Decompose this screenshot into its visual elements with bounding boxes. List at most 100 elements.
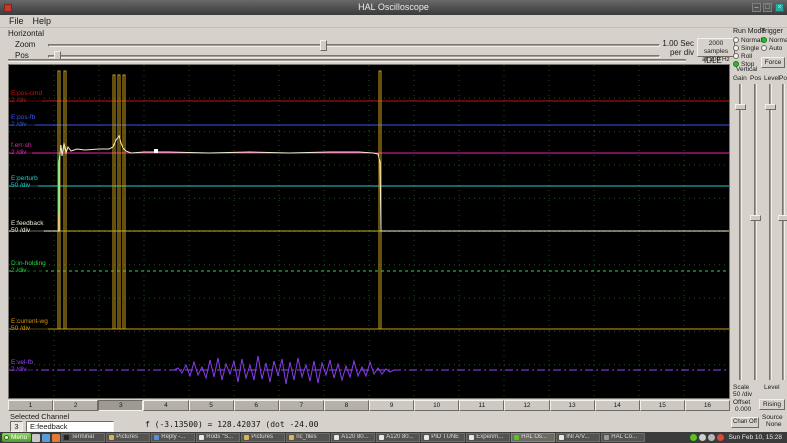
document-icon	[379, 435, 385, 440]
gear-icon	[604, 435, 610, 440]
task-button[interactable]: A120 80...	[331, 433, 376, 442]
trigger-pos-slider[interactable]	[782, 84, 785, 380]
trigger-pos-slider-handle[interactable]	[778, 214, 787, 221]
channel-tab-1[interactable]: 1	[8, 400, 54, 411]
task-label: Pictures	[251, 434, 273, 440]
task-button[interactable]: A120 80...	[376, 433, 421, 442]
channel-tab-8[interactable]: 8	[323, 400, 369, 411]
menubar: File Help	[0, 15, 787, 28]
task-label: Pictures	[116, 434, 138, 440]
run-mode-option-roll[interactable]: Roll	[733, 52, 761, 60]
channel-tab-6[interactable]: 6	[233, 400, 279, 411]
cursor-marker[interactable]	[154, 149, 158, 153]
task-button[interactable]: Experim...	[466, 433, 511, 442]
menu-file[interactable]: File	[9, 15, 24, 28]
task-label: HAL Os...	[521, 434, 548, 440]
network-icon[interactable]	[707, 434, 715, 441]
browser-icon[interactable]	[52, 433, 61, 442]
trigger-level-slider-handle[interactable]	[765, 104, 776, 111]
task-button[interactable]: Rods "S...	[196, 433, 241, 442]
channel-tab-12[interactable]: 12	[504, 400, 550, 411]
channel-tab-4[interactable]: 4	[143, 400, 189, 411]
show-desktop-icon[interactable]	[32, 433, 41, 442]
zoom-slider-handle[interactable]	[320, 40, 328, 51]
channel-tab-bar: 1 2 3 4 5 6 7 8 9 10 11 12 13 14 15 16	[8, 400, 730, 411]
scale-value: 50 /div	[733, 391, 753, 398]
pos-slider[interactable]	[48, 55, 660, 58]
force-trigger-button[interactable]: Force	[761, 57, 785, 68]
selected-channel-name[interactable]: E:feedback	[26, 421, 114, 432]
update-icon[interactable]	[689, 434, 697, 441]
volume-icon[interactable]	[698, 434, 706, 441]
task-button[interactable]: HAL Co...	[601, 433, 646, 442]
channel-tab-2[interactable]: 2	[53, 400, 99, 411]
task-label: Experim...	[476, 434, 504, 440]
tpos-slider-label: Pos	[779, 75, 787, 82]
task-button[interactable]: nc_files	[286, 433, 331, 442]
minimize-button[interactable]: –	[752, 3, 761, 12]
radio-icon	[761, 45, 767, 51]
mail-notify-icon[interactable]	[716, 434, 724, 441]
task-button[interactable]: Pictures	[106, 433, 151, 442]
acquisition-progress	[8, 59, 686, 62]
vpos-slider-label: Pos	[750, 75, 762, 82]
channel-tab-9[interactable]: 9	[369, 400, 415, 411]
radio-label: Single	[741, 44, 760, 52]
menu-help[interactable]: Help	[33, 15, 52, 28]
channel-tab-13[interactable]: 13	[549, 400, 595, 411]
channel-tab-3[interactable]: 3	[98, 400, 144, 411]
run-mode-option-single[interactable]: Single	[733, 44, 761, 52]
document-icon	[469, 435, 475, 440]
document-icon	[199, 435, 205, 440]
channel-tab-10[interactable]: 10	[414, 400, 460, 411]
task-label: Terminal	[71, 434, 94, 440]
folder-icon	[289, 435, 295, 440]
gain-slider-handle[interactable]	[735, 104, 746, 111]
channel-tab-14[interactable]: 14	[594, 400, 640, 411]
channel-tab-5[interactable]: 5	[188, 400, 234, 411]
trigger-panel: Trigger NormalAuto	[761, 28, 787, 52]
maximize-button[interactable]: □	[763, 3, 772, 12]
channel-tab-16[interactable]: 16	[684, 400, 730, 411]
mint-logo-icon	[4, 435, 9, 440]
channel-tab-7[interactable]: 7	[278, 400, 324, 411]
gain-slider[interactable]	[739, 84, 742, 380]
close-button[interactable]: ×	[775, 3, 784, 12]
channel-tab-15[interactable]: 15	[639, 400, 685, 411]
channel-tab-11[interactable]: 11	[459, 400, 505, 411]
task-button[interactable]: PID TUNE	[421, 433, 466, 442]
zoom-slider[interactable]	[48, 44, 660, 47]
task-button[interactable]: INI A/V...	[556, 433, 601, 442]
menu-button[interactable]: Menu	[2, 433, 32, 442]
file-manager-icon[interactable]	[42, 433, 51, 442]
task-button[interactable]: HAL Os...	[511, 433, 556, 442]
vertical-pos-slider[interactable]	[754, 84, 757, 380]
task-button[interactable]: Pictures	[241, 433, 286, 442]
task-label: HAL Co...	[611, 434, 638, 440]
taskbar-clock: Sun Feb 10, 15:28	[728, 434, 783, 441]
radio-icon	[733, 37, 739, 43]
source-value: None	[766, 421, 782, 428]
channel-off-button[interactable]: Chan Off	[731, 417, 759, 428]
task-label: A120 80...	[386, 434, 414, 440]
trigger-option-normal[interactable]: Normal	[761, 36, 787, 44]
window-title: HAL Oscilloscope	[358, 2, 429, 12]
task-label: nc_files	[296, 434, 317, 440]
run-mode-option-normal[interactable]: Normal	[733, 36, 762, 44]
oscilloscope-display[interactable]: E:pos-cmd 2 /div E:pos-fb 2 /div f.err-sh 2 /…	[8, 64, 730, 399]
task-button[interactable]: Reply -...	[151, 433, 196, 442]
run-mode-panel: Run Mode Normal Single Roll Stop	[733, 28, 765, 68]
trigger-option-auto[interactable]: Auto	[761, 44, 787, 52]
trigger-level-slider[interactable]	[769, 84, 772, 380]
trigger-slope-button[interactable]: Rising	[759, 399, 785, 410]
vertical-pos-slider-handle[interactable]	[750, 214, 761, 221]
menu-button-label: Menu	[11, 434, 28, 441]
samples-button[interactable]: 2000 samples at 200 Hz	[697, 38, 735, 63]
task-label: PID TUNE	[431, 434, 460, 440]
task-button[interactable]: Terminal	[61, 433, 106, 442]
time-per-div: 1.00 Sec per div	[634, 39, 694, 57]
mail-icon	[154, 435, 160, 440]
samples-count: 2000 samples	[703, 40, 729, 55]
time-per-div-label: per div	[669, 48, 694, 57]
task-label: Reply -...	[161, 434, 186, 440]
